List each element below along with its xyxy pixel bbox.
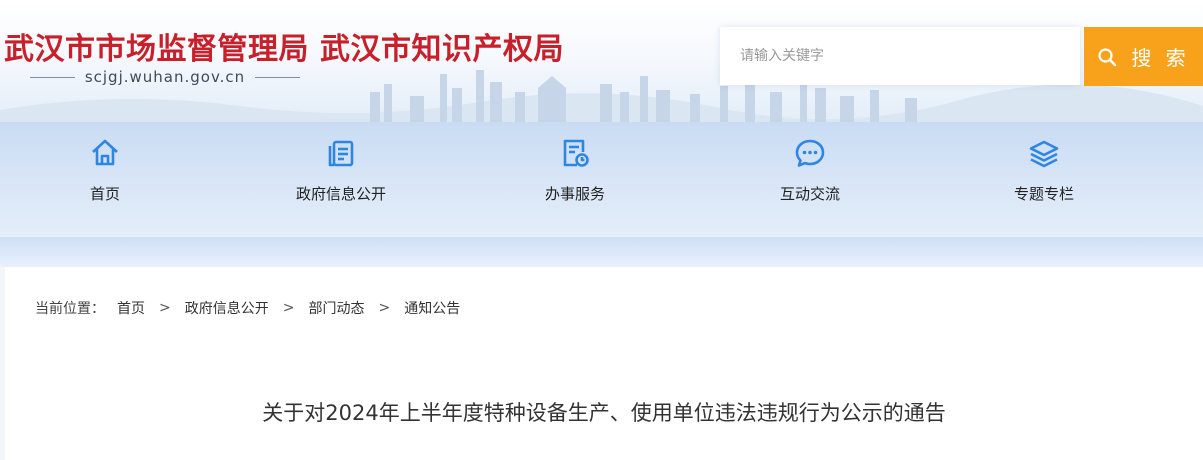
search-icon xyxy=(1098,47,1117,66)
service-icon xyxy=(558,136,592,170)
breadcrumb-separator: > xyxy=(159,300,171,316)
decorative-band xyxy=(0,237,1203,267)
nav-label-services: 办事服务 xyxy=(544,185,605,203)
document-icon xyxy=(324,136,358,170)
domain-right-line xyxy=(255,76,300,78)
nav-label-topics: 专题专栏 xyxy=(1013,185,1074,203)
nav-item-government-info[interactable]: 政府信息公开 xyxy=(251,136,431,216)
nav-label-government-info: 政府信息公开 xyxy=(295,185,386,203)
chat-icon xyxy=(793,136,827,170)
main-nav: 首页 政府信息公开 办事服务 互动交流 专题专栏 xyxy=(0,122,1203,237)
nav-label-home: 首页 xyxy=(89,185,120,203)
nav-item-services[interactable]: 办事服务 xyxy=(485,136,665,216)
layers-icon xyxy=(1027,136,1061,170)
site-header: 武汉市市场监督管理局 武汉市知识产权局 scjgj.wuhan.gov.cn xyxy=(0,0,1203,122)
article-title: 关于对2024年上半年度特种设备生产、使用单位违法违规行为公示的通告 xyxy=(262,401,946,425)
breadcrumb-separator: > xyxy=(378,300,391,316)
nav-item-interaction[interactable]: 互动交流 xyxy=(720,136,900,216)
nav-label-interaction: 互动交流 xyxy=(779,185,840,203)
search-button[interactable]: 搜 索 xyxy=(1084,27,1203,86)
breadcrumb-lead: 当前位置： xyxy=(35,301,105,317)
nav-item-topics[interactable]: 专题专栏 xyxy=(954,136,1134,216)
breadcrumb-separator: > xyxy=(282,300,295,316)
nav-item-home[interactable]: 首页 xyxy=(15,136,195,216)
breadcrumb-home[interactable]: 首页 xyxy=(117,298,145,318)
home-icon xyxy=(88,136,122,170)
search-box xyxy=(720,27,1080,85)
domain-text: scjgj.wuhan.gov.cn xyxy=(84,68,246,86)
main-content: 当前位置： 首页 > 政府信息公开 > 部门动态 > 通知公告 关于对2024年… xyxy=(5,267,1203,460)
site-domain: scjgj.wuhan.gov.cn xyxy=(30,66,300,88)
breadcrumb-notices[interactable]: 通知公告 xyxy=(404,298,460,318)
breadcrumb-government-info[interactable]: 政府信息公开 xyxy=(185,298,269,318)
search-button-label: 搜 索 xyxy=(1131,46,1190,70)
domain-left-line xyxy=(30,76,75,78)
breadcrumb-department-news[interactable]: 部门动态 xyxy=(308,298,364,318)
breadcrumb: 当前位置： 首页 > 政府信息公开 > 部门动态 > 通知公告 xyxy=(35,298,460,318)
search-input[interactable] xyxy=(720,27,1080,85)
site-title: 武汉市市场监督管理局 武汉市知识产权局 xyxy=(4,32,564,67)
